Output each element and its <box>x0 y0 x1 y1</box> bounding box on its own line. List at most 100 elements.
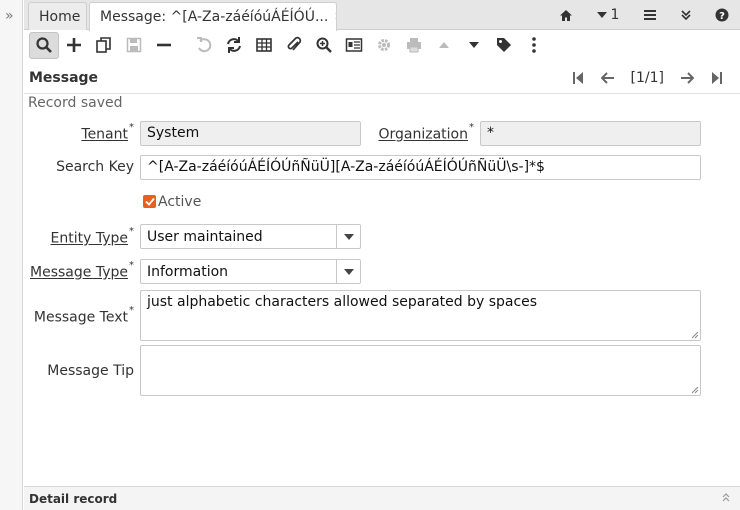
caret-down-icon <box>469 42 479 48</box>
expand-panel-icon[interactable]: » <box>5 8 14 24</box>
west-panel: » <box>0 0 23 510</box>
copy-record-button[interactable] <box>89 32 119 59</box>
more-vertical-icon <box>532 37 536 53</box>
expand-up-icon[interactable] <box>722 491 730 505</box>
home-icon[interactable] <box>548 0 584 30</box>
record-counter: [1/1] <box>630 70 664 86</box>
chevron-down-icon <box>343 268 354 275</box>
entity-type-select[interactable]: User maintained <box>140 224 361 249</box>
last-record-icon[interactable] <box>702 68 732 88</box>
tenant-label[interactable]: Tenant* <box>40 122 134 143</box>
first-record-icon[interactable] <box>563 68 593 88</box>
previous-record-icon[interactable] <box>593 68 623 88</box>
new-record-button[interactable] <box>59 32 89 59</box>
message-type-label[interactable]: Message Type* <box>30 260 134 281</box>
save-icon <box>126 37 142 53</box>
caret-down-icon <box>596 12 607 18</box>
delete-button[interactable] <box>149 32 179 59</box>
save-button[interactable] <box>119 32 149 59</box>
lookup-button[interactable] <box>29 31 59 59</box>
tab-message-label: Message: ^[A-Za-záéíóúÁÉÍÓÚ... <box>100 9 329 25</box>
active-checkbox[interactable] <box>143 195 156 208</box>
tabbar-actions: 1 ? <box>548 0 740 30</box>
entity-type-label-text: Entity Type <box>50 230 128 247</box>
message-type-value: Information <box>147 264 229 280</box>
report-icon <box>345 38 363 52</box>
detail-record-panel[interactable]: Detail record <box>24 486 740 510</box>
paperclip-icon <box>287 36 302 51</box>
chevron-down-icon <box>343 233 354 240</box>
message-type-select[interactable]: Information <box>140 259 361 284</box>
copy-icon <box>96 37 111 53</box>
report-button[interactable] <box>339 32 369 59</box>
attachment-button[interactable] <box>279 32 309 59</box>
organization-label-text: Organization <box>378 126 468 143</box>
organization-label[interactable]: Organization* <box>370 122 474 143</box>
help-icon[interactable]: ? <box>704 0 740 30</box>
message-type-label-text: Message Type <box>30 264 128 281</box>
toolbar <box>24 30 740 60</box>
resize-grip-icon[interactable] <box>690 385 699 394</box>
undo-button[interactable] <box>189 32 219 59</box>
history-count: 1 <box>610 7 620 23</box>
table-icon <box>256 38 272 52</box>
resize-grip-icon[interactable] <box>690 330 699 339</box>
tab-header: Message [1/1] <box>24 62 740 94</box>
entity-type-value: User maintained <box>147 229 263 245</box>
detail-record-title: Detail record <box>29 492 118 506</box>
refresh-button[interactable] <box>219 32 249 59</box>
zoom-across-button[interactable] <box>309 32 339 59</box>
menu-icon[interactable] <box>632 0 668 30</box>
required-mark: * <box>129 226 134 237</box>
print-icon <box>407 38 421 53</box>
tab-home[interactable]: Home <box>28 2 87 30</box>
detail-record-button[interactable] <box>459 32 489 59</box>
more-actions-button[interactable] <box>519 32 549 59</box>
entity-type-dropdown-button[interactable] <box>336 225 360 248</box>
minus-icon <box>157 43 171 47</box>
archive-button[interactable] <box>489 32 519 59</box>
tab-home-label: Home <box>39 8 81 25</box>
grid-toggle-button[interactable] <box>249 32 279 59</box>
message-text-value: just alphabetic characters allowed separ… <box>147 294 538 310</box>
tag-icon <box>497 38 511 52</box>
search-key-field[interactable]: ^[A-Za-záéíóúÁÉÍÓÚñÑüÜ][A-Za-záéíóúÁÉÍÓÚ… <box>140 155 701 180</box>
next-record-icon[interactable] <box>672 68 702 88</box>
search-key-label: Search Key <box>56 159 134 175</box>
svg-text:?: ? <box>719 11 725 22</box>
required-mark: * <box>469 122 474 133</box>
undo-icon <box>197 37 212 53</box>
tenant-label-text: Tenant <box>81 126 128 143</box>
zoom-in-icon <box>316 37 332 53</box>
organization-field[interactable]: * <box>480 121 701 146</box>
refresh-icon <box>227 37 241 53</box>
required-mark: * <box>129 260 134 271</box>
tenant-field[interactable]: System <box>140 121 361 146</box>
print-button[interactable] <box>399 32 429 59</box>
caret-up-icon <box>439 42 449 48</box>
active-label[interactable]: Active <box>158 194 201 210</box>
page-title: Message <box>29 70 99 86</box>
parent-record-button[interactable] <box>429 32 459 59</box>
message-text-label-text: Message Text <box>33 309 128 326</box>
message-type-dropdown-button[interactable] <box>336 260 360 283</box>
entity-type-label[interactable]: Entity Type* <box>30 226 134 247</box>
app-window: » Home Message: ^[A-Za-záéíóúÁÉÍÓÚ... ✖ … <box>0 0 740 510</box>
required-mark: * <box>129 305 134 316</box>
required-mark: * <box>129 122 134 133</box>
message-text-label: Message Text* <box>30 305 134 326</box>
plus-icon <box>67 38 81 52</box>
message-text-area[interactable]: just alphabetic characters allowed separ… <box>140 290 701 341</box>
checkmark-icon <box>144 197 155 206</box>
message-tip-area[interactable] <box>140 345 701 396</box>
process-button[interactable] <box>369 32 399 59</box>
tab-bar: Home Message: ^[A-Za-záéíóúÁÉÍÓÚ... ✖ 1 … <box>24 0 740 31</box>
status-message: Record saved <box>28 95 123 111</box>
gear-icon <box>378 39 390 51</box>
close-tab-icon[interactable]: ✖ <box>334 9 336 25</box>
search-icon <box>36 37 52 53</box>
message-tip-label: Message Tip <box>47 363 134 379</box>
history-dropdown[interactable]: 1 <box>584 0 632 30</box>
tab-message[interactable]: Message: ^[A-Za-záéíóúÁÉÍÓÚ... ✖ <box>89 2 337 31</box>
chevron-double-down-icon[interactable] <box>668 0 704 30</box>
